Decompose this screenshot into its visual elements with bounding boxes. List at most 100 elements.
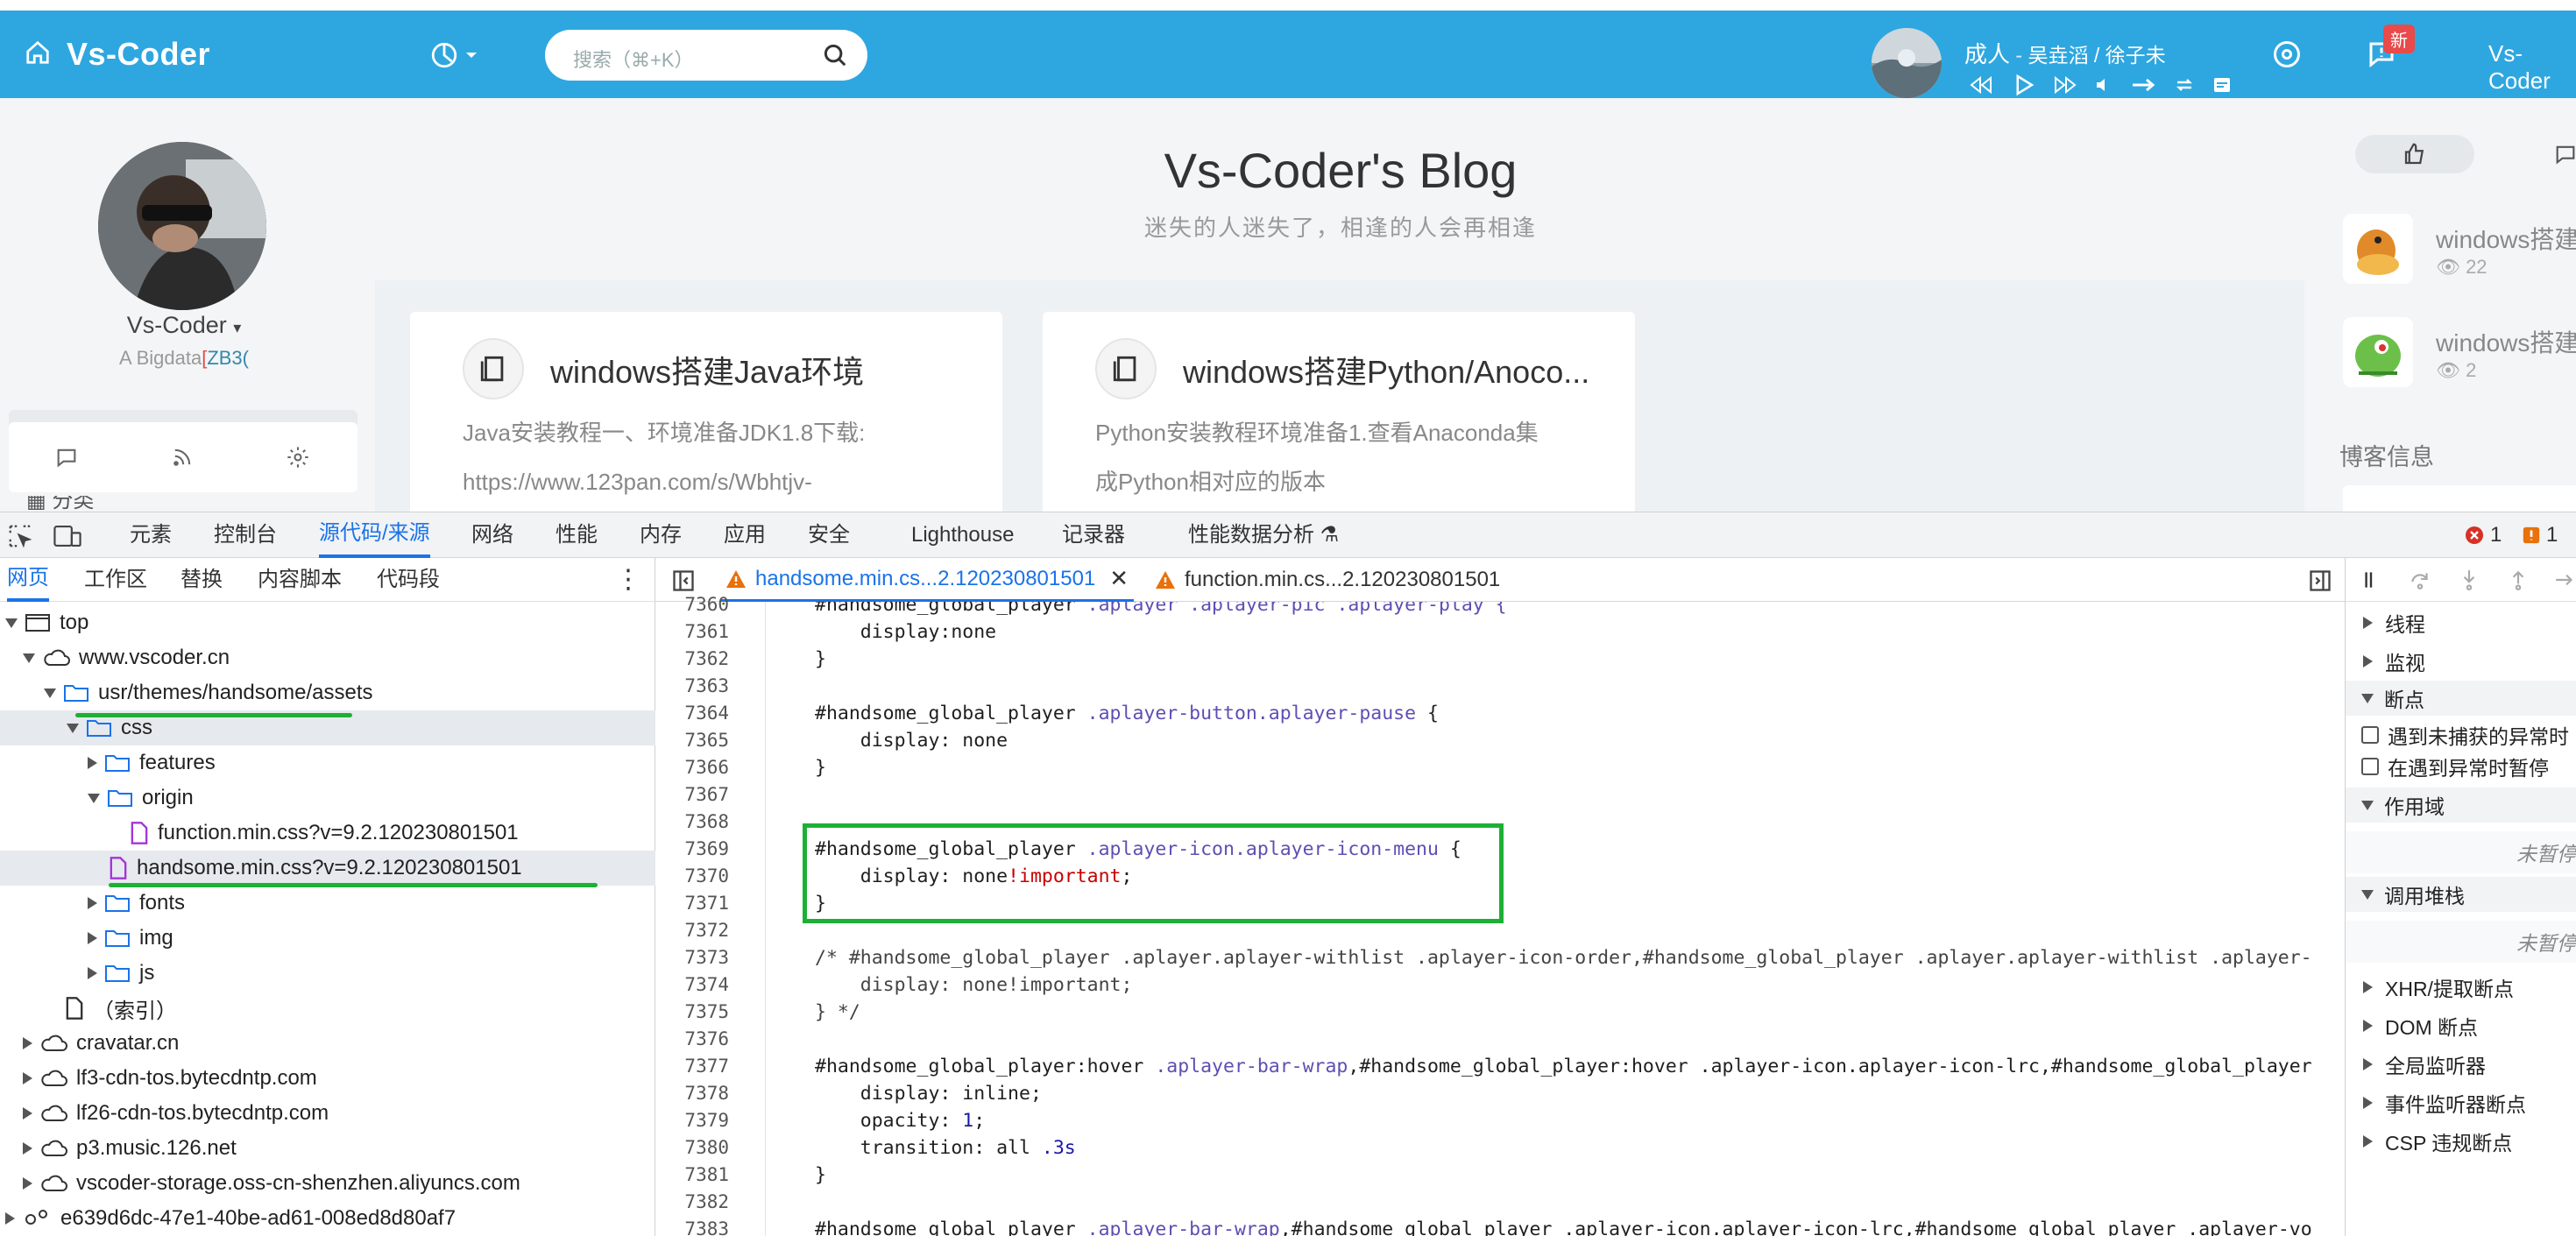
target-button[interactable]: [2271, 11, 2303, 98]
tree-node-domain[interactable]: lf3-cdn-tos.bytecdntp.com: [0, 1061, 655, 1096]
line-number[interactable]: 7372: [655, 917, 729, 944]
search-box[interactable]: 搜索（⌘+K）: [545, 30, 867, 81]
collapse-arrow-icon[interactable]: [88, 757, 97, 769]
tab-comments[interactable]: [2506, 135, 2576, 173]
collapse-arrow-icon[interactable]: [23, 1142, 32, 1155]
tree-node-domain[interactable]: www.vscoder.cn: [0, 640, 655, 675]
order-icon[interactable]: [2131, 74, 2157, 95]
tab-popular[interactable]: [2355, 135, 2474, 173]
collapse-arrow-icon[interactable]: [88, 932, 97, 944]
tab-workspace[interactable]: 工作区: [84, 558, 147, 602]
tree-node-folder[interactable]: fonts: [0, 886, 655, 921]
profile-name-row[interactable]: Vs-Coder ▾: [0, 312, 368, 339]
collapse-arrow-icon[interactable]: [88, 897, 97, 909]
expand-arrow-icon[interactable]: [23, 653, 35, 663]
pause-uncaught-checkbox[interactable]: 遇到未捕获的异常时: [2346, 717, 2576, 752]
line-number[interactable]: 7376: [655, 1026, 729, 1053]
more-vert-icon[interactable]: ⋮: [615, 558, 641, 602]
next-icon[interactable]: [2052, 74, 2078, 95]
section-dom-breakpoints[interactable]: DOM 断点: [2346, 1008, 2576, 1043]
brand[interactable]: Vs-Coder: [25, 11, 210, 98]
collapse-arrow-icon[interactable]: [23, 1107, 32, 1119]
tree-node-domain[interactable]: lf26-cdn-tos.bytecdntp.com: [0, 1096, 655, 1131]
collapse-arrow-icon[interactable]: [5, 1212, 15, 1225]
section-breakpoints[interactable]: 断点: [2346, 681, 2576, 716]
tree-node-domain[interactable]: cravatar.cn: [0, 1026, 655, 1061]
tab-sources[interactable]: 源代码/来源: [319, 512, 430, 558]
comment-icon[interactable]: [54, 445, 79, 474]
section-global-listeners[interactable]: 全局监听器: [2346, 1047, 2576, 1082]
line-number[interactable]: 7362: [655, 646, 729, 673]
tab-elements[interactable]: 元素: [130, 512, 172, 558]
post-card[interactable]: windows搭建Python/Anoco... Python安装教程环境准备1…: [1043, 312, 1635, 522]
section-xhr-breakpoints[interactable]: XHR/提取断点: [2346, 970, 2576, 1005]
editor-tab[interactable]: function.min.cs...2.120230801501: [1155, 558, 1500, 602]
tree-node-extension[interactable]: e639d6dc-47e1-40be-ad61-008ed8d80af7: [0, 1201, 655, 1236]
line-number[interactable]: 7379: [655, 1107, 729, 1134]
line-number[interactable]: 7370: [655, 863, 729, 890]
tree-node-folder[interactable]: origin: [0, 780, 655, 816]
line-number[interactable]: 7371: [655, 890, 729, 917]
expand-arrow-icon[interactable]: [67, 723, 79, 733]
tree-node-file-selected[interactable]: handsome.min.css?v=9.2.120230801501: [0, 851, 655, 886]
step-into-icon[interactable]: [2458, 569, 2480, 596]
loop-icon[interactable]: [2173, 74, 2196, 95]
line-number[interactable]: 7378: [655, 1080, 729, 1107]
tab-network[interactable]: 网络: [471, 512, 513, 558]
post-card[interactable]: windows搭建Java环境 Java安装教程一、环境准备JDK1.8下载: h…: [410, 312, 1002, 522]
close-icon[interactable]: ✕: [1109, 565, 1129, 592]
collapse-arrow-icon[interactable]: [23, 1072, 32, 1084]
line-number[interactable]: 7367: [655, 781, 729, 809]
error-count[interactable]: 1: [2464, 523, 2502, 547]
tab-security[interactable]: 安全: [808, 512, 850, 558]
step-out-icon[interactable]: [2507, 569, 2530, 596]
section-watch[interactable]: 监视: [2346, 644, 2576, 679]
tree-node-folder[interactable]: img: [0, 921, 655, 956]
checkbox[interactable]: [2361, 726, 2379, 744]
search-input[interactable]: 搜索（⌘+K）: [573, 45, 694, 73]
line-number[interactable]: 7364: [655, 700, 729, 727]
line-number[interactable]: 7374: [655, 971, 729, 999]
step-icon[interactable]: [2554, 569, 2576, 596]
line-number[interactable]: 7382: [655, 1189, 729, 1216]
post-title[interactable]: windows搭建Java环境: [550, 347, 864, 392]
section-callstack[interactable]: 调用堆栈: [2346, 877, 2576, 912]
popular-post[interactable]: windows搭建 👁 22: [2343, 214, 2576, 293]
tree-node-folder[interactable]: features: [0, 745, 655, 780]
rss-icon[interactable]: [170, 445, 195, 474]
volume-icon[interactable]: [2094, 74, 2115, 95]
tab-content-scripts[interactable]: 内容脚本: [258, 558, 342, 602]
tree-node-file[interactable]: （索引）: [0, 991, 655, 1026]
tab-page[interactable]: 网页: [7, 558, 49, 602]
device-toolbar-icon[interactable]: [53, 523, 82, 554]
message-button[interactable]: [2366, 11, 2397, 98]
editor-tab-active[interactable]: handsome.min.cs...2.120230801501 ✕: [720, 558, 1135, 602]
tab-snippets[interactable]: 代码段: [377, 558, 440, 602]
tab-performance[interactable]: 性能: [556, 512, 598, 558]
tree-node-folder[interactable]: js: [0, 956, 655, 991]
tree-node-file[interactable]: function.min.css?v=9.2.120230801501: [0, 816, 655, 851]
line-number[interactable]: 7360: [655, 591, 729, 618]
line-number[interactable]: 7369: [655, 836, 729, 863]
line-number[interactable]: 7365: [655, 727, 729, 754]
tree-node-folder[interactable]: usr/themes/handsome/assets: [0, 675, 655, 710]
toggle-debugger-icon[interactable]: [2308, 569, 2332, 597]
expand-arrow-icon[interactable]: [5, 618, 18, 628]
pause-icon[interactable]: [2360, 569, 2382, 596]
theme-toggle[interactable]: [429, 40, 478, 70]
line-number[interactable]: 7361: [655, 618, 729, 646]
line-number[interactable]: 7368: [655, 809, 729, 836]
previous-icon[interactable]: [1968, 74, 1994, 95]
popular-post[interactable]: windows搭建 👁 2: [2343, 317, 2576, 396]
line-number[interactable]: 7381: [655, 1162, 729, 1189]
tab-application[interactable]: 应用: [724, 512, 766, 558]
lyrics-icon[interactable]: [2212, 74, 2233, 95]
post-title[interactable]: windows搭建Python/Anoco...: [1183, 347, 1589, 392]
line-number[interactable]: 7366: [655, 754, 729, 781]
tab-memory[interactable]: 内存: [640, 512, 682, 558]
collapse-arrow-icon[interactable]: [88, 967, 97, 979]
section-event-listener-breakpoints[interactable]: 事件监听器断点: [2346, 1085, 2576, 1120]
collapse-arrow-icon[interactable]: [23, 1037, 32, 1049]
collapse-arrow-icon[interactable]: [23, 1177, 32, 1190]
tab-lighthouse[interactable]: Lighthouse: [911, 512, 1014, 558]
